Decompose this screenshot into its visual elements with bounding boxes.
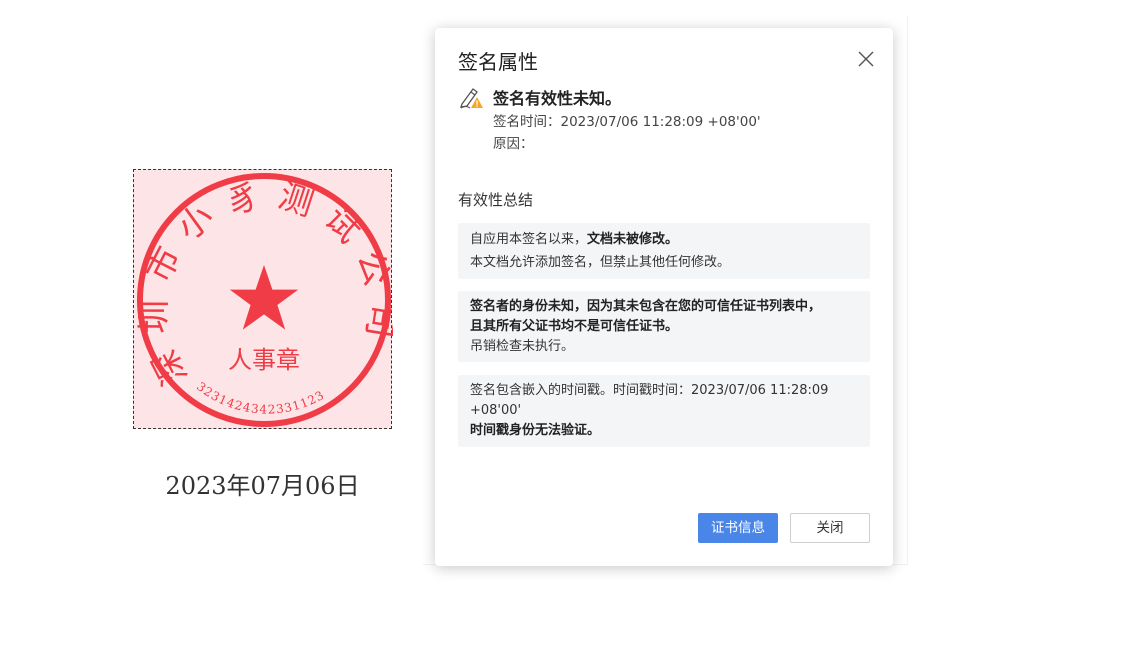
seal-stamp-box[interactable]: 深圳市小豸测试公司 人事章 3231424342331123 bbox=[133, 169, 392, 429]
card-timestamp-text: 签名包含嵌入的时间戳。时间戳时间：2023/07/06 11:28:09 +08… bbox=[470, 383, 829, 418]
summary-card-modification: 自应用本签名以来，文档未被修改。 本文档允许添加签名，但禁止其他任何修改。 bbox=[458, 223, 870, 279]
certificate-info-button[interactable]: 证书信息 bbox=[698, 513, 778, 543]
card-identity-revocation: 吊销检查未执行。 bbox=[470, 339, 575, 354]
card-identity-bold-line2: 且其所有父证书均不是可信任证书。 bbox=[470, 319, 679, 334]
card-modification-text: 自应用本签名以来， bbox=[470, 232, 588, 247]
stamp-date: 2023年07月06日 bbox=[165, 472, 360, 500]
card-modification-line2: 本文档允许添加签名，但禁止其他任何修改。 bbox=[470, 255, 731, 270]
card-identity-bold-line1: 签名者的身份未知，因为其未包含在您的可信任证书列表中， bbox=[470, 299, 822, 314]
seal-department: 人事章 bbox=[228, 346, 300, 374]
validity-summary-title: 有效性总结 bbox=[458, 191, 534, 209]
signature-warning-icon bbox=[458, 84, 484, 110]
dialog-title: 签名属性 bbox=[458, 50, 538, 74]
signature-time: 签名时间：2023/07/06 11:28:09 +08'00' bbox=[493, 114, 761, 130]
company-seal-image: 深圳市小豸测试公司 人事章 3231424342331123 bbox=[135, 173, 391, 427]
close-icon[interactable] bbox=[857, 50, 875, 68]
signature-reason: 原因： bbox=[493, 136, 534, 152]
close-button[interactable]: 关闭 bbox=[790, 513, 870, 543]
seal-star-icon bbox=[229, 265, 299, 330]
summary-card-timestamp: 签名包含嵌入的时间戳。时间戳时间：2023/07/06 11:28:09 +08… bbox=[458, 375, 870, 447]
signature-properties-dialog: 签名属性 签名有效性未知。 签名时间：2023/07/06 11:28:09 +… bbox=[435, 28, 893, 566]
card-timestamp-bold: 时间戳身份无法验证。 bbox=[470, 423, 601, 438]
signature-status-title: 签名有效性未知。 bbox=[493, 89, 622, 108]
card-modification-bold: 文档未被修改。 bbox=[587, 232, 679, 247]
card-modification-line1: 自应用本签名以来，文档未被修改。 bbox=[470, 228, 858, 251]
summary-card-identity: 签名者的身份未知，因为其未包含在您的可信任证书列表中， 且其所有父证书均不是可信… bbox=[458, 291, 870, 362]
